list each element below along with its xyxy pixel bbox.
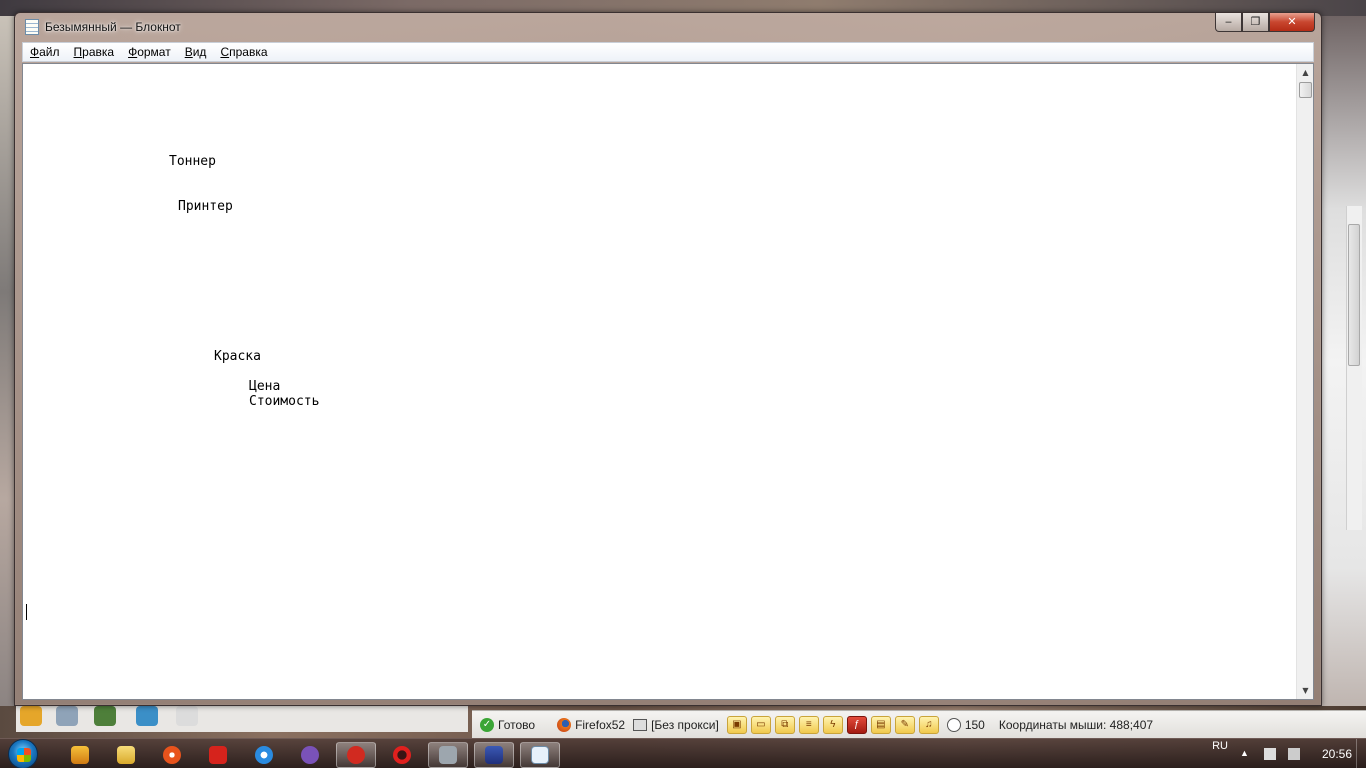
maximize-button[interactable]: ❐ [1242, 13, 1269, 32]
show-hidden-icons-icon[interactable]: ▲ [1240, 748, 1252, 760]
notepad-icon[interactable] [25, 19, 39, 35]
chart-icon[interactable] [94, 706, 116, 726]
notepad-icon [531, 746, 549, 764]
film-reel-icon [163, 746, 181, 764]
menu-help[interactable]: Справка [220, 45, 267, 59]
windows-start-icon [17, 748, 31, 762]
image-addon-icon[interactable]: ▣ [726, 715, 747, 734]
window-addon-icon[interactable]: ▭ [750, 715, 771, 734]
gear-icon[interactable] [20, 706, 42, 726]
network-icon [633, 718, 648, 731]
caption-buttons: ‒ ❐ ✕ [1215, 13, 1315, 32]
status-proxy[interactable]: [Без прокси] [633, 718, 719, 732]
menu-bar: Файл Правка Формат Вид Справка [22, 42, 1314, 62]
show-desktop-button[interactable] [1356, 739, 1366, 768]
close-button[interactable]: ✕ [1269, 13, 1315, 32]
flag-icon[interactable] [1263, 748, 1276, 760]
document-line: Цена [249, 379, 281, 394]
language-indicator[interactable]: RU [1212, 740, 1228, 752]
flash-addon-icon[interactable]: ƒ [846, 715, 867, 734]
title-bar[interactable]: Безымянный — Блокнот [15, 13, 1321, 41]
status-mouse-coords: Координаты мыши: 488;407 [998, 717, 1154, 732]
background-scrollbar-thumb[interactable] [1348, 224, 1360, 366]
network-tool-icon [439, 746, 457, 764]
taskbar-notepad[interactable] [520, 742, 560, 768]
screenshot-addon-icon[interactable]: ⧉ [774, 715, 795, 734]
network-status-icon[interactable] [1287, 748, 1300, 760]
status-browser-name: Firefox52 [575, 717, 626, 732]
folder-icon [117, 746, 135, 764]
menu-file[interactable]: Файл [30, 45, 60, 59]
text-caret [26, 604, 27, 620]
menu-view[interactable]: Вид [185, 45, 207, 59]
background-toolbar [16, 704, 468, 732]
taskbar-save-tool[interactable] [474, 742, 514, 768]
status-proxy-text: [Без прокси] [651, 717, 719, 732]
document-line: Принтер [178, 199, 233, 214]
firefox-icon [557, 717, 572, 732]
floppy-disk-icon [485, 746, 503, 764]
taskbar-app[interactable] [152, 742, 192, 768]
document-line: Краска [214, 349, 261, 364]
css-addon-icon[interactable]: ≡ [798, 715, 819, 734]
taskbar-yandex-browser[interactable] [336, 742, 376, 768]
status-ready: ✓ Готово [480, 717, 536, 732]
yandex-browser-icon [347, 746, 365, 764]
status-counter[interactable]: 150 [946, 717, 985, 732]
notepad-window: Безымянный — Блокнот ‒ ❐ ✕ Файл Правка Ф… [14, 12, 1322, 706]
menu-edit[interactable]: Правка [74, 45, 115, 59]
clock-icon [946, 717, 961, 732]
yandex-icon [209, 746, 227, 764]
list-icon[interactable] [176, 706, 198, 726]
taskbar: RU ▲ 20:56 [0, 738, 1366, 768]
tray-clock[interactable]: 20:56 [1322, 747, 1352, 761]
internet-explorer-icon [255, 746, 273, 764]
document-line: Тоннер [169, 154, 216, 169]
status-counter-value: 150 [964, 717, 985, 732]
media-player-icon [71, 746, 89, 764]
lightning-addon-icon[interactable]: ϟ [822, 715, 843, 734]
document-text[interactable]: Тоннер Принтер Краска Цена Стоимость [23, 64, 1297, 699]
music-addon-icon[interactable]: ♫ [918, 715, 939, 734]
document-line: Стоимость [249, 394, 320, 409]
check-icon: ✓ [480, 717, 494, 732]
scroll-up-arrow[interactable]: ▲ [1297, 64, 1314, 81]
vertical-scrollbar[interactable]: ▲ ▼ [1296, 64, 1313, 699]
text-editor[interactable]: Тоннер Принтер Краска Цена Стоимость ▲ ▼ [22, 63, 1314, 700]
taskbar-explorer[interactable] [106, 742, 146, 768]
robot-icon[interactable] [136, 706, 158, 726]
status-browser[interactable]: Firefox52 [557, 717, 626, 732]
scroll-thumb[interactable] [1299, 82, 1312, 98]
user-icon[interactable] [56, 706, 78, 726]
taskbar-ie[interactable] [244, 742, 284, 768]
window-title: Безымянный — Блокнот [45, 20, 181, 34]
addon-icons: ▣ ▭ ⧉ ≡ ϟ ƒ ▤ ✎ ♫ [726, 715, 939, 734]
taskbar-network-tool[interactable] [428, 742, 468, 768]
status-ready-text: Готово [498, 717, 536, 732]
taskbar-opera[interactable] [382, 742, 422, 768]
opera-icon [393, 746, 411, 764]
start-button[interactable] [8, 739, 38, 768]
taskbar-viber[interactable] [290, 742, 330, 768]
scroll-down-arrow[interactable]: ▼ [1297, 682, 1314, 699]
viber-icon [301, 746, 319, 764]
minimize-button[interactable]: ‒ [1215, 13, 1242, 32]
taskbar-media-player[interactable] [60, 742, 100, 768]
menu-format[interactable]: Формат [128, 45, 171, 59]
system-tray: RU ▲ 20:56 [1212, 739, 1366, 768]
taskbar-yandex[interactable] [198, 742, 238, 768]
pen-addon-icon[interactable]: ✎ [894, 715, 915, 734]
browser-status-bar: ✓ Готово Firefox52 [Без прокси] ▣ ▭ ⧉ ≡ … [472, 710, 1366, 738]
monitor-addon-icon[interactable]: ▤ [870, 715, 891, 734]
